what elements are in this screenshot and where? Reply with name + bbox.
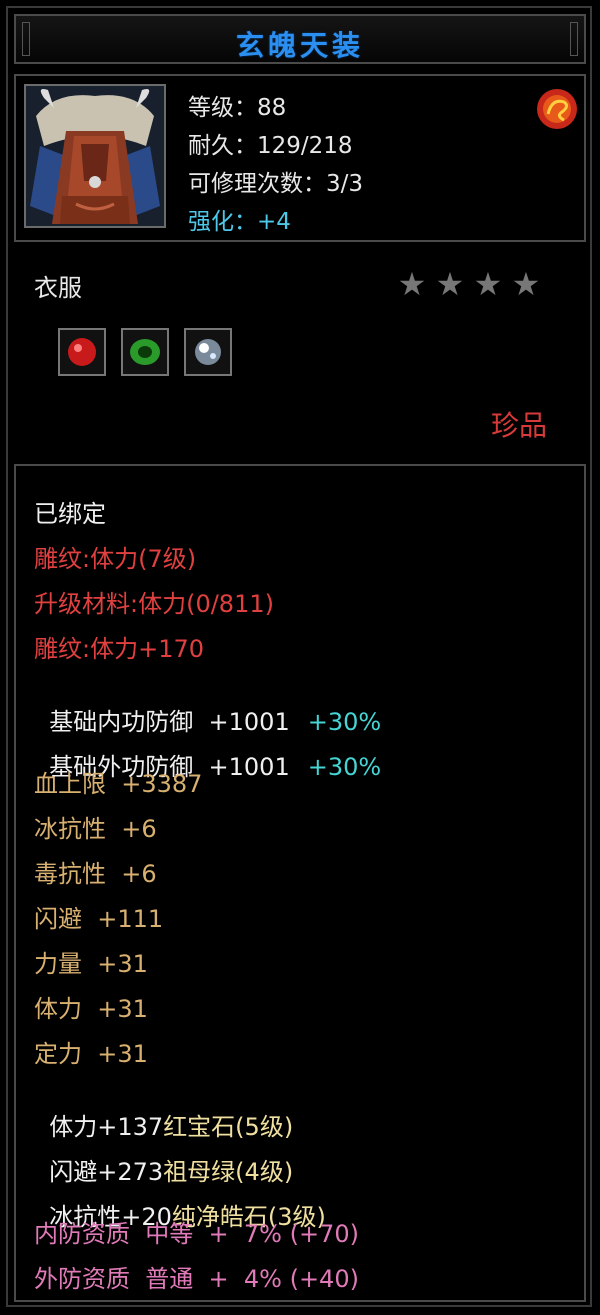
- outer-defense-quality: 外防资质 普通 + 4% (+40): [34, 1265, 359, 1293]
- title-bar: 玄魄天装: [14, 14, 586, 64]
- rarity-label: 珍品: [491, 409, 548, 442]
- armor-icon: [26, 86, 164, 226]
- stamina: 体力 +31: [34, 995, 148, 1023]
- star-icon: ★: [473, 265, 503, 303]
- ruby-gem-icon[interactable]: [58, 328, 106, 376]
- repair-count-value: 可修理次数：3/3: [188, 171, 364, 197]
- emerald-gem-icon[interactable]: [121, 328, 169, 376]
- durability-value: 耐久：129/218: [188, 133, 353, 159]
- poison-resistance: 毒抗性 +6: [34, 860, 157, 888]
- level-value: 等级：88: [188, 95, 287, 121]
- item-portrait: [24, 84, 166, 228]
- upgrade-material: 升级材料:体力(0/811): [34, 590, 274, 618]
- focus: 定力 +31: [34, 1040, 148, 1068]
- outer-defense-percent: +30%: [307, 753, 382, 781]
- strength: 力量 +31: [34, 950, 148, 978]
- enhance-value: 强化：+4: [188, 209, 291, 235]
- star-rating: ★ ★ ★ ★: [396, 268, 542, 300]
- dragon-emblem-icon: [537, 89, 577, 129]
- engrave-level: 雕纹:体力(7级): [34, 545, 197, 573]
- ice-resistance: 冰抗性 +6: [34, 815, 157, 843]
- equipment-slot-label: 衣服: [34, 274, 82, 302]
- bound-status: 已绑定: [34, 500, 106, 528]
- hp-max: 血上限 +3387: [34, 770, 203, 798]
- diamond-gem-icon[interactable]: [184, 328, 232, 376]
- star-icon: ★: [511, 265, 541, 303]
- dodge: 闪避 +111: [34, 905, 164, 933]
- inner-defense-quality: 内防资质 中等 + 7% (+70): [34, 1220, 359, 1248]
- item-title: 玄魄天装: [235, 29, 364, 62]
- star-icon: ★: [397, 265, 427, 303]
- star-icon: ★: [435, 265, 465, 303]
- engrave-bonus: 雕纹:体力+170: [34, 635, 205, 663]
